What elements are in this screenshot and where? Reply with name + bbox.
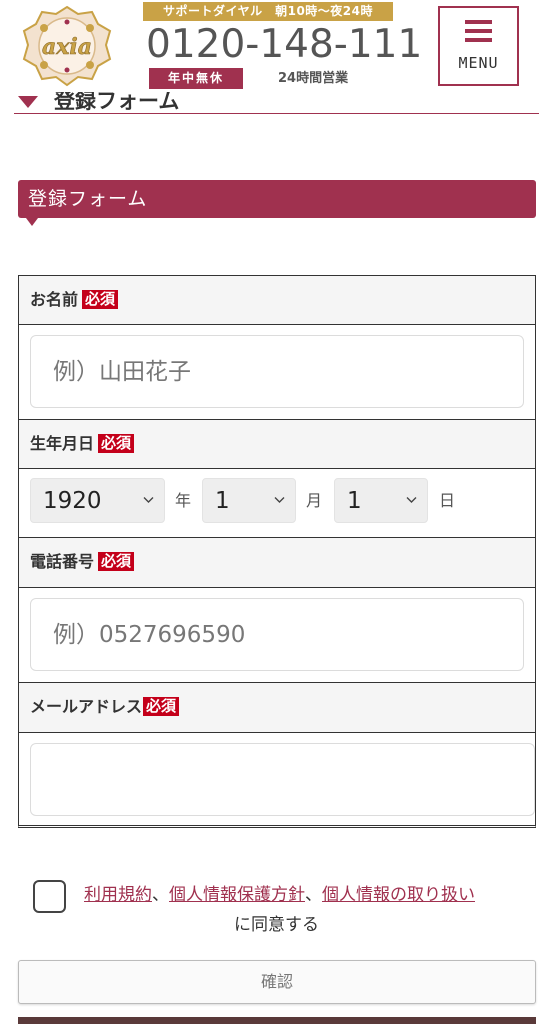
email-input[interactable] [30,743,535,816]
form-heading: 登録フォーム [18,180,536,226]
year-unit: 年 [175,491,192,510]
privacy-policy-link[interactable]: 個人情報保護方針 [169,885,305,905]
required-badge: 必須 [98,434,135,453]
separator: 、 [152,885,169,905]
phone-label: 電話番号 [30,552,95,571]
menu-label: MENU [458,54,499,72]
year-select[interactable]: 1920 [30,478,165,523]
separator: 、 [305,885,322,905]
phone-label-row: 電話番号 必須 [19,538,535,588]
logo-emblem: axia [22,5,112,87]
hamburger-icon [465,20,492,47]
menu-button[interactable]: MENU [438,6,519,86]
footer-bar [18,1017,536,1024]
birthday-label: 生年月日 [30,434,95,453]
form-title: 登録フォーム [28,188,148,210]
day-unit: 日 [439,491,456,510]
month-select[interactable]: 1 [202,478,296,523]
year-value: 1920 [43,488,102,514]
axia-logo[interactable]: axia [20,4,114,88]
day-select[interactable]: 1 [334,478,428,523]
agreement-links: 利用規約、個人情報保護方針、個人情報の取り扱い [84,881,475,909]
confirm-button[interactable]: 確認 [18,960,536,1004]
birthday-field-row: 1920 年 1 月 1 日 [19,469,535,538]
chevron-down-icon [143,497,154,503]
chevron-down-icon [406,497,417,503]
phone-field-row: 例）0527696590 [19,588,535,683]
support-dial-label: サポートダイヤル 朝10時〜夜24時 [143,2,393,21]
name-input[interactable]: 例）山田花子 [30,335,524,408]
svg-text:axia: axia [42,34,92,60]
business-hours: 24時間営業 [278,71,349,86]
registration-form: お名前 必須 例）山田花子 生年月日 必須 1920 年 1 月 1 日 電話番号必… [18,275,536,828]
open-all-year-badge: 年中無休 [149,68,243,89]
name-placeholder: 例）山田花子 [53,359,191,385]
chevron-down-icon [274,497,285,503]
month-value: 1 [215,488,230,514]
triangle-down-icon [18,96,38,108]
name-label-row: お名前 必須 [19,276,535,325]
personal-info-handling-link[interactable]: 個人情報の取り扱い [322,885,475,905]
email-field-row [19,733,535,825]
email-label: メールアドレス [30,697,143,716]
required-badge: 必須 [98,552,135,571]
terms-link[interactable]: 利用規約 [84,885,152,905]
birthday-label-row: 生年月日 必須 [19,420,535,469]
required-badge: 必須 [143,697,180,716]
agree-suffix: に同意する [234,915,319,935]
phone-placeholder: 例）0527696590 [53,622,246,648]
email-label-row: メールアドレス 必須 [19,683,535,733]
phone-input[interactable]: 例）0527696590 [30,598,524,671]
agree-checkbox[interactable] [33,880,66,913]
month-unit: 月 [306,491,323,510]
name-label: お名前 [30,290,79,309]
required-badge: 必須 [82,290,119,309]
day-value: 1 [347,488,362,514]
phone-number[interactable]: 0120-148-111 [146,20,422,70]
site-header: axia サポートダイヤル 朝10時〜夜24時 0120-148-111 年中無… [0,0,553,92]
name-field-row: 例）山田花子 [19,325,535,420]
heading-pointer-icon [26,218,38,226]
